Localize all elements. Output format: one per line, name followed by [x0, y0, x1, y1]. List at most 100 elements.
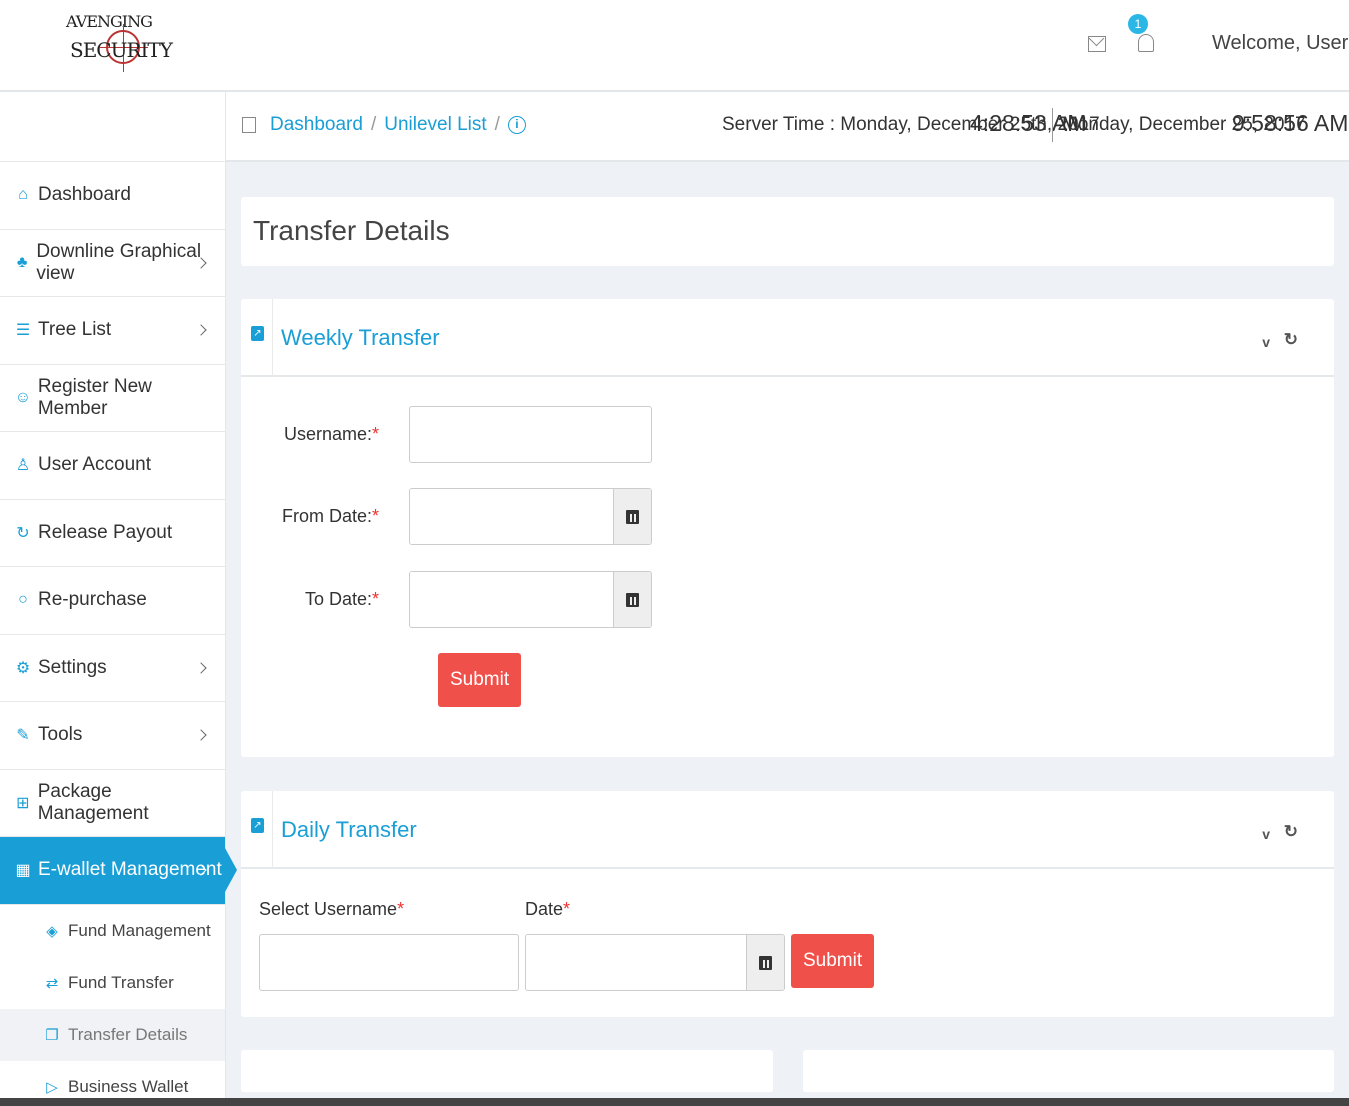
to-date-picker-button[interactable] [613, 572, 651, 627]
bell-icon [1138, 34, 1154, 52]
brand-logo[interactable]: AVENGING SECURITY [66, 4, 173, 86]
external-link-icon: ↗ [251, 818, 264, 833]
page-title-panel: Transfer Details [241, 197, 1334, 266]
submenu-item-label: Transfer Details [68, 1024, 188, 1044]
from-date-picker-button[interactable] [613, 489, 651, 544]
bottom-panel-right [803, 1050, 1334, 1092]
sidebar-item-label: Package Management [37, 780, 149, 824]
circle-icon: ○ [18, 591, 28, 609]
reload-icon: ↻ [16, 524, 30, 542]
refresh-icon[interactable]: ↻ [1284, 822, 1298, 842]
to-date-input[interactable] [410, 572, 613, 627]
select-username-input[interactable] [259, 934, 519, 991]
collapse-icon[interactable]: v [1262, 334, 1270, 350]
breadcrumb: Dashboard / Unilevel List / i [242, 114, 526, 136]
sidebar-item-label: E-wallet Management [38, 859, 222, 881]
sidebar-top [0, 92, 225, 162]
sidebar-item-label: Release Payout [38, 521, 173, 543]
chevron-right-icon [195, 324, 207, 336]
copy-icon: ❐ [45, 1026, 59, 1044]
sidebar-item-label: Settings [38, 656, 107, 678]
time-divider [1052, 108, 1053, 142]
calendar-icon: ▦ [15, 862, 31, 880]
date-label: Date* [525, 899, 571, 919]
daily-transfer-panel: ↗ Daily Transfer v ↻ Select Username* Da… [241, 791, 1334, 1017]
breadcrumb-dashboard[interactable]: Dashboard [270, 114, 363, 136]
chevron-right-icon [195, 729, 207, 741]
breadcrumb-separator: / [494, 114, 500, 135]
sidebar-item-label: Re-purchase [38, 589, 147, 611]
sidebar-item-label: Register New Member [37, 375, 152, 419]
gear-icon: ⚙ [15, 659, 31, 677]
diamond-icon: ◈ [46, 922, 58, 940]
sidebar-item-user-account[interactable]: ♙ User Account [0, 432, 225, 500]
calendar-icon [626, 592, 639, 607]
mail-icon[interactable] [1088, 36, 1106, 52]
tag-icon: ▷ [46, 1078, 58, 1096]
sidebar-item-register-new-member[interactable]: ☺ Register New Member [0, 365, 225, 432]
username-input[interactable] [409, 406, 652, 463]
weekly-transfer-header: ↗ Weekly Transfer v ↻ [241, 299, 1334, 377]
submenu-item-transfer-details[interactable]: ❐ Transfer Details [0, 1008, 225, 1061]
home-icon: ⌂ [18, 186, 28, 204]
sidebar-item-settings[interactable]: ⚙ Settings [0, 635, 225, 702]
logo-text-line2: SECURITY [70, 38, 173, 62]
calendar-icon [626, 509, 639, 524]
weekly-transfer-panel: ↗ Weekly Transfer v ↻ Username:* From Da… [241, 299, 1334, 757]
submenu-item-label: Fund Management [68, 920, 211, 940]
to-date-label: To Date:* [304, 589, 379, 609]
panel-icon-box: ↗ [241, 299, 273, 377]
daily-date-group [525, 934, 785, 991]
sidebar-nav: ⌂ Dashboard ♣ Downline Graphical view ☰ Tree … [0, 162, 225, 905]
calendar-icon [759, 955, 772, 970]
wrench-icon: ✎ [16, 727, 30, 745]
sidebar-item-release-payout[interactable]: ↻ Release Payout [0, 500, 225, 567]
sidebar-item-tools[interactable]: ✎ Tools [0, 702, 225, 770]
sidebar-item-label: User Account [38, 454, 151, 476]
add-user-icon: ☺ [14, 388, 32, 406]
daily-submit-button[interactable]: Submit [791, 934, 875, 988]
collapse-icon[interactable]: v [1262, 826, 1270, 842]
transfer-icon: ⇄ [45, 974, 59, 992]
chevron-right-icon [195, 662, 207, 674]
sidebar-item-re-purchase[interactable]: ○ Re-purchase [0, 567, 225, 635]
username-row: Username:* [241, 406, 652, 463]
from-date-row: From Date:* [241, 488, 652, 545]
daily-transfer-title: Daily Transfer [281, 817, 417, 842]
info-icon[interactable]: i [507, 116, 526, 134]
breadcrumb-bar: Dashboard / Unilevel List / i Server Tim… [226, 92, 1349, 162]
external-link-icon: ↗ [251, 326, 264, 341]
select-username-label: Select Username* [259, 899, 405, 919]
list-icon: ☰ [15, 322, 31, 340]
sidebar-item-downline-graphical-view[interactable]: ♣ Downline Graphical view [0, 230, 225, 297]
user-menu[interactable]: Welcome, User [1212, 32, 1349, 55]
to-date-row: To Date:* [241, 571, 652, 628]
top-header: AVENGING SECURITY 1 Welcome, User [0, 0, 1349, 92]
panel-icon-box: ↗ [241, 791, 273, 869]
submenu-item-label: Fund Transfer [68, 972, 174, 992]
from-date-input[interactable] [410, 489, 613, 544]
submenu-item-fund-transfer[interactable]: ⇄ Fund Transfer [0, 957, 225, 1009]
daily-date-picker-button[interactable] [746, 935, 784, 990]
sidebar-item-e-wallet-management[interactable]: ▦ E-wallet Management [0, 837, 225, 905]
daily-date-input[interactable] [526, 935, 746, 990]
breadcrumb-unilevel-list[interactable]: Unilevel List [384, 114, 486, 136]
submenu-item-fund-management[interactable]: ◈ Fund Management [0, 905, 225, 957]
sidebar-item-label: Tree List [38, 319, 112, 341]
sidebar-item-label: Tools [38, 724, 83, 746]
sidebar-item-tree-list[interactable]: ☰ Tree List [0, 297, 225, 365]
sitemap-icon: ♣ [16, 253, 28, 271]
username-label: Username:* [283, 424, 379, 444]
sidebar-item-dashboard[interactable]: ⌂ Dashboard [0, 162, 225, 230]
edit-icon [242, 117, 256, 133]
welcome-text: Welcome, User [1212, 32, 1349, 54]
refresh-icon[interactable]: ↻ [1284, 330, 1298, 350]
to-date-group [409, 571, 652, 628]
from-date-label: From Date:* [281, 506, 379, 526]
sidebar-item-package-management[interactable]: ⊞ Package Management [0, 770, 225, 837]
weekly-submit-button[interactable]: Submit [438, 653, 522, 707]
os-taskbar [0, 1098, 1349, 1106]
breadcrumb-separator: / [370, 114, 377, 135]
page-title: Transfer Details [253, 215, 450, 246]
user-icon: ♙ [15, 457, 31, 475]
